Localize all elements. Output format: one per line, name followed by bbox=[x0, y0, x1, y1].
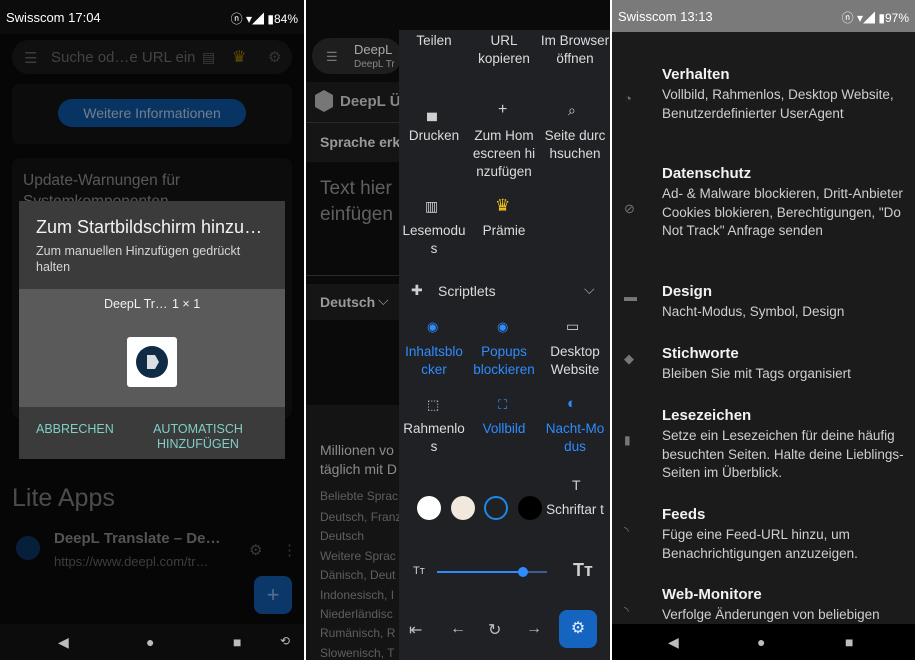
setting-desc: Setze ein Lesezeichen für deine häufig b… bbox=[662, 428, 904, 480]
screen-settings: Swisscom 13:13 ⓝ ▾◢ ▮97% ◔ Verhalten Vol… bbox=[612, 0, 915, 660]
language-list: Deutsch, Franz Deutsch Weitere Sprac Dänisc… bbox=[320, 508, 406, 660]
reload-icon[interactable]: ↻ bbox=[488, 620, 501, 640]
deepl-logo-icon bbox=[315, 90, 333, 112]
chevron-down-icon: ⌵ bbox=[378, 292, 389, 308]
add-to-home-dialog: Zum Startbildschirm hinzu… Zum manuellen… bbox=[19, 201, 285, 459]
overflow-menu: Teilen URL kopieren Im Browser öffnen ▄ … bbox=[399, 30, 610, 660]
text-size-small-icon: Tт bbox=[413, 565, 425, 577]
setting-title: Design bbox=[662, 283, 713, 300]
first-page-icon[interactable]: ⇤ bbox=[409, 620, 422, 640]
deepl-widget-icon bbox=[127, 337, 177, 387]
setting-behavior[interactable]: ◔ Verhalten Vollbild, Rahmenlos, Desktop… bbox=[612, 66, 915, 146]
setting-design[interactable]: ▬ Design Nacht-Modus, Symbol, Design bbox=[612, 283, 915, 327]
status-bar: Swisscom 13:13 ⓝ ▾◢ ▮97% bbox=[612, 0, 915, 32]
setting-desc: Vollbild, Rahmenlos, Desktop Website, Be… bbox=[662, 87, 894, 121]
language-list-item: Deutsch, Franz bbox=[320, 510, 402, 524]
widget-label: DeepL Tr… bbox=[104, 297, 168, 311]
color-swatch[interactable] bbox=[518, 496, 542, 520]
language-list-item: Deutsch bbox=[320, 529, 365, 544]
widget-preview[interactable]: DeepL Tr… 1 × 1 bbox=[19, 289, 285, 407]
setting-title: Verhalten bbox=[662, 66, 730, 83]
dialog-subtitle: Zum manuellen Hinzufügen gedrückt halten bbox=[36, 244, 241, 274]
color-theme-row bbox=[399, 30, 610, 530]
font-item[interactable]: Schriftar t bbox=[540, 501, 610, 519]
settings-gear-icon[interactable]: ⚙ bbox=[559, 610, 597, 648]
deepl-header: DeepL Ü bbox=[306, 82, 406, 122]
color-swatch[interactable] bbox=[484, 496, 508, 520]
tab-pill[interactable]: ☰ DeepL DeepL Tr bbox=[312, 38, 402, 74]
millions-text: Millionen vo täglich mit D bbox=[320, 442, 398, 477]
recents-icon[interactable]: ■ bbox=[845, 634, 853, 650]
nav-bar: ◀ ● ■ ⟲ bbox=[0, 624, 304, 660]
language-list-item: Slowenisch, T bbox=[320, 645, 395, 660]
color-swatch[interactable] bbox=[417, 496, 441, 520]
rotate-icon[interactable]: ⟲ bbox=[280, 634, 290, 648]
back-icon[interactable]: ◀ bbox=[668, 634, 679, 651]
language-list-item: Niederländisc bbox=[320, 607, 393, 622]
setting-desc: Füge eine Feed-URL hinzu, um Benachricht… bbox=[662, 527, 858, 561]
home-icon[interactable]: ● bbox=[146, 634, 154, 650]
setting-desc: Bleiben Sie mit Tags organisiert bbox=[662, 366, 851, 381]
speedometer-icon: ◔ bbox=[624, 91, 632, 106]
target-lang-label: Deutsch bbox=[320, 294, 376, 310]
setting-desc: Verfolge Änderungen von beliebigen bbox=[662, 607, 880, 622]
text-size-slider[interactable] bbox=[437, 567, 547, 577]
home-icon[interactable]: ● bbox=[757, 634, 765, 650]
tab-title: DeepL bbox=[354, 42, 393, 57]
setting-tags[interactable]: ◆ Stichworte Bleiben Sie mit Tags organi… bbox=[612, 345, 915, 389]
rss-icon: ◝ bbox=[624, 604, 629, 618]
menu-icon[interactable]: ☰ bbox=[326, 49, 338, 65]
auto-add-button[interactable]: AUTOMATISCH HINZUFÜGEN bbox=[149, 422, 247, 452]
divider bbox=[306, 275, 406, 276]
recents-icon[interactable]: ■ bbox=[233, 634, 241, 650]
setting-desc: Ad- & Malware blockieren, Dritt-Anbieter… bbox=[662, 186, 903, 238]
status-icons: ⓝ ▾◢ ▮97% bbox=[841, 11, 909, 25]
setting-title: Datenschutz bbox=[662, 165, 752, 182]
source-lang-bar[interactable]: Sprache erk bbox=[306, 122, 406, 162]
text-size-large-icon: Tт bbox=[573, 560, 593, 580]
language-list-item: Dänisch, Deut bbox=[320, 568, 396, 583]
tag-icon: ◆ bbox=[624, 351, 634, 366]
language-list-item: Indonesisch, I bbox=[320, 587, 395, 602]
rss-icon: ◝ bbox=[624, 524, 629, 538]
cancel-button[interactable]: ABBRECHEN bbox=[36, 422, 114, 436]
deepl-logo-text: DeepL Ü bbox=[340, 93, 401, 110]
languages-section: Millionen vo täglich mit D Beliebte Spra… bbox=[306, 405, 406, 660]
setting-privacy[interactable]: ⊘ Datenschutz Ad- & Malware blockieren, … bbox=[612, 165, 915, 265]
setting-title: Stichworte bbox=[662, 345, 739, 362]
font-icon: T bbox=[572, 477, 581, 493]
status-time: Swisscom 13:13 bbox=[618, 9, 713, 24]
setting-web-monitors[interactable]: ◝ Web-Monitore Verfolge Änderungen von b… bbox=[612, 586, 915, 626]
setting-title: Feeds bbox=[662, 506, 706, 523]
language-list-item: Weitere Sprac bbox=[320, 548, 396, 563]
setting-desc: Nacht-Modus, Symbol, Design bbox=[662, 304, 845, 319]
source-text-input[interactable]: Text hier einfügen bbox=[320, 176, 400, 228]
source-lang-label: Sprache erk bbox=[320, 134, 401, 150]
screen-browser-menu: ☰ DeepL DeepL Tr DeepL Ü Sprache erk Tex… bbox=[306, 0, 610, 660]
tab-subtitle: DeepL Tr bbox=[354, 59, 395, 70]
back-arrow-icon[interactable]: ← bbox=[450, 620, 466, 638]
paint-roller-icon: ▬ bbox=[624, 289, 637, 304]
back-icon[interactable]: ◀ bbox=[58, 634, 69, 651]
setting-title: Lesezeichen bbox=[662, 407, 752, 424]
slider-thumb[interactable] bbox=[517, 567, 528, 577]
target-lang-select[interactable]: Deutsch ⌵ bbox=[306, 284, 406, 320]
slider-fill bbox=[437, 571, 523, 573]
language-list-item: Rumänisch, R bbox=[320, 626, 396, 641]
setting-bookmarks[interactable]: ▮ Lesezeichen Setze ein Lesezeichen für … bbox=[612, 407, 915, 487]
dialog-title: Zum Startbildschirm hinzu… bbox=[36, 217, 263, 237]
setting-title: Web-Monitore bbox=[662, 586, 762, 603]
popular-label: Beliebte Sprac bbox=[320, 489, 399, 503]
screen-add-to-home: Swisscom 17:04 ⓝ ▾◢ ▮84% ☰ Suche od…e UR… bbox=[0, 0, 304, 660]
widget-size: 1 × 1 bbox=[172, 297, 201, 311]
color-swatch[interactable] bbox=[451, 496, 475, 520]
forward-arrow-icon[interactable]: → bbox=[526, 620, 542, 638]
nav-bar: ◀ ● ■ bbox=[612, 624, 915, 660]
bookmark-icon: ▮ bbox=[624, 433, 631, 447]
battery-level: 97% bbox=[884, 11, 909, 25]
setting-feeds[interactable]: ◝ Feeds Füge eine Feed-URL hinzu, um Ben… bbox=[612, 506, 915, 566]
eye-off-icon: ⊘ bbox=[624, 201, 635, 216]
